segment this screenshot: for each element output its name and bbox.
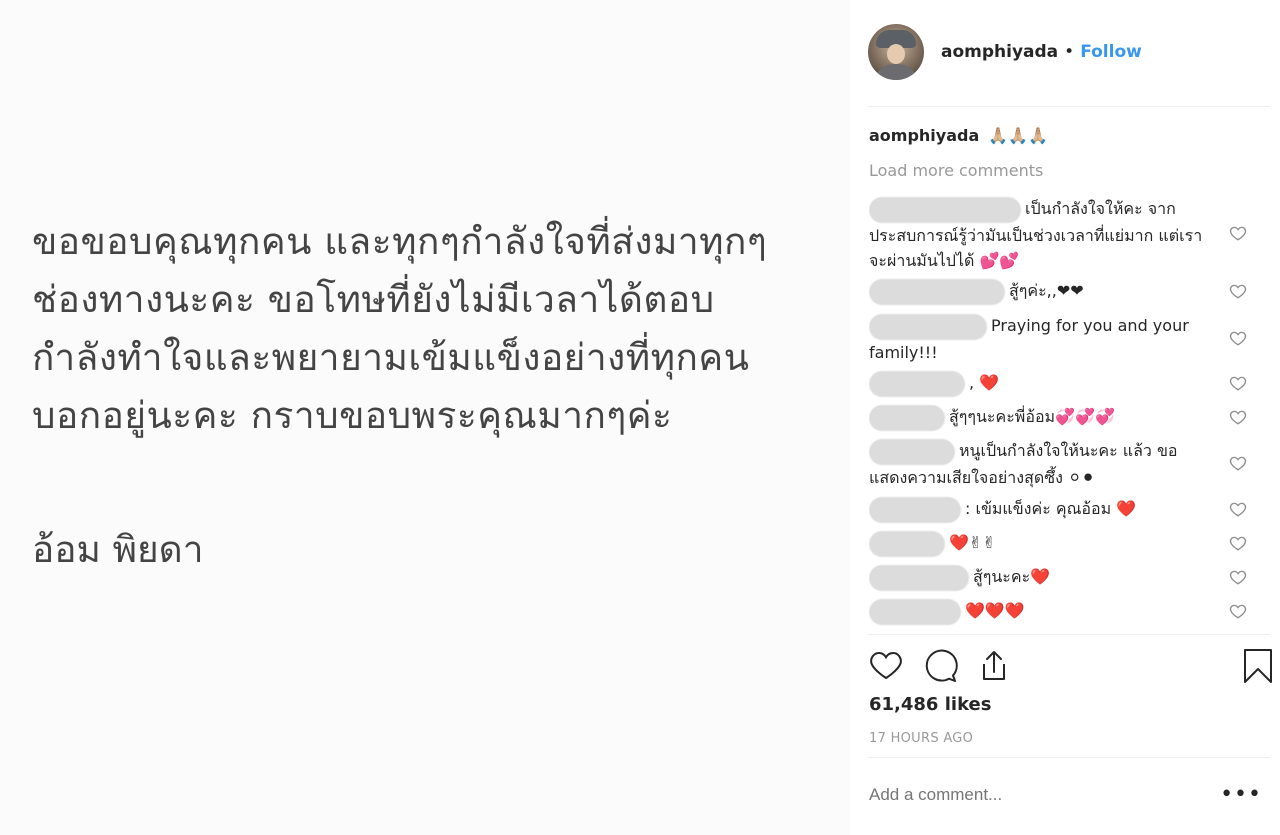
comment-list: เป็นกำลังใจให้คะ จาก ประสบการณ์รู้ว่ามัน… [869,196,1269,634]
redacted-username [869,404,945,431]
post-text-line: ขอขอบคุณทุกคน และทุกๆกำลังใจที่ส่งมาทุกๆ [32,220,768,263]
comment-item: สู้ๆค่ะ,,❤❤ [869,278,1269,305]
redacted-username [869,564,969,591]
comment-item: ❤️❤️❤️ [869,598,1269,625]
comment-icon[interactable] [922,648,958,684]
avatar-face [887,44,905,64]
likes-count[interactable]: 61,486 likes [869,694,991,715]
post-text-line: กำลังทำใจและพยายามเข้มแข็งอย่างที่ทุกคน [32,336,750,379]
redacted-username [869,313,987,340]
redacted-username [869,196,1021,223]
comment-body: ❤️❤️❤️ [965,601,1025,620]
comment-item: หนูเป็นกำลังใจให้นะคะ แล้ว ขอแสดงความเสี… [869,438,1269,490]
like-comment-heart-icon[interactable] [1229,534,1247,552]
load-more-comments-button[interactable]: Load more comments [869,161,1043,180]
actions-divider [868,634,1270,635]
comment-item: Praying for you and your family!!! [869,313,1269,365]
comment-item: , ❤️ [869,370,1269,397]
like-comment-heart-icon[interactable] [1229,500,1247,518]
like-comment-heart-icon[interactable] [1229,282,1247,300]
share-icon[interactable] [976,648,1012,684]
follow-button[interactable]: Follow [1080,42,1142,62]
comment-text: ❤️✌✌ [869,530,1209,557]
like-comment-heart-icon[interactable] [1229,329,1247,347]
like-comment-heart-icon[interactable] [1229,568,1247,586]
caption-text: 🙏🏼🙏🏼🙏🏼 [988,126,1049,145]
post-text-line: บอกอยู่นะคะ กราบขอบพระคุณมากๆค่ะ [32,394,673,437]
redacted-username [869,598,961,625]
action-bar [868,648,1272,688]
post-text-line: ช่องทางนะคะ ขอโทษที่ยังไม่มีเวลาได้ตอบ [32,278,715,321]
comment-text: , ❤️ [869,370,1209,397]
avatar-body [874,64,918,80]
redacted-username [869,278,1005,305]
post-header: aomphiyada • Follow [868,22,1142,82]
comment-body: สู้ๆค่ะ,,❤❤ [1009,281,1084,300]
comment-body: สู้ๆนะคะ❤️ [973,567,1051,586]
heart-icon[interactable] [868,648,904,684]
comment-item: : เข้มแข็งค่ะ คุณอ้อม ❤️ [869,496,1269,523]
caption-username[interactable]: aomphiyada [869,126,979,145]
comment-text: หนูเป็นกำลังใจให้นะคะ แล้ว ขอแสดงความเสี… [869,438,1209,490]
post-text: ขอขอบคุณทุกคน และทุกๆกำลังใจที่ส่งมาทุกๆ… [32,213,832,445]
redacted-username [869,496,961,523]
comment-text: สู้ๆนะคะ❤️ [869,564,1209,591]
post-signature: อ้อม พิยดา [32,528,204,571]
comment-input-divider [868,757,1270,758]
avatar[interactable] [868,24,924,80]
comment-body: สู้ๆๆนะคะพี่อ้อม💞💞💞 [949,407,1115,426]
post-timestamp[interactable]: 17 HOURS AGO [869,731,973,746]
comment-body: , ❤️ [969,373,1000,392]
like-comment-heart-icon[interactable] [1229,374,1247,392]
header-separator: • [1064,42,1075,62]
post-image: ขอขอบคุณทุกคน และทุกๆกำลังใจที่ส่งมาทุกๆ… [0,0,850,835]
comment-text: สู้ๆค่ะ,,❤❤ [869,278,1209,305]
comment-text: : เข้มแข็งค่ะ คุณอ้อม ❤️ [869,496,1209,523]
comment-body: ❤️✌✌ [949,533,996,552]
caption: aomphiyada 🙏🏼🙏🏼🙏🏼 [869,126,1048,145]
comment-item: สู้ๆนะคะ❤️ [869,564,1269,591]
redacted-username [869,530,945,557]
comment-item: ❤️✌✌ [869,530,1269,557]
comment-body: : เข้มแข็งค่ะ คุณอ้อม ❤️ [965,499,1137,518]
comment-text: Praying for you and your family!!! [869,313,1209,365]
bookmark-icon[interactable] [1240,648,1276,684]
post-detail-panel: aomphiyada • Follow aomphiyada 🙏🏼🙏🏼🙏🏼 Lo… [850,0,1280,835]
header-divider [868,106,1270,107]
redacted-username [869,370,965,397]
more-options-button[interactable]: ••• [1220,782,1262,807]
comment-text: สู้ๆๆนะคะพี่อ้อม💞💞💞 [869,404,1209,431]
comment-text: ❤️❤️❤️ [869,598,1209,625]
like-comment-heart-icon[interactable] [1229,602,1247,620]
comment-item: สู้ๆๆนะคะพี่อ้อม💞💞💞 [869,404,1269,431]
like-comment-heart-icon[interactable] [1229,454,1247,472]
redacted-username [869,438,955,465]
comment-text: เป็นกำลังใจให้คะ จาก ประสบการณ์รู้ว่ามัน… [869,196,1209,273]
header-username[interactable]: aomphiyada [941,42,1058,62]
add-comment-input[interactable] [869,785,1229,805]
like-comment-heart-icon[interactable] [1229,408,1247,426]
like-comment-heart-icon[interactable] [1229,224,1247,242]
comment-item: เป็นกำลังใจให้คะ จาก ประสบการณ์รู้ว่ามัน… [869,196,1269,273]
